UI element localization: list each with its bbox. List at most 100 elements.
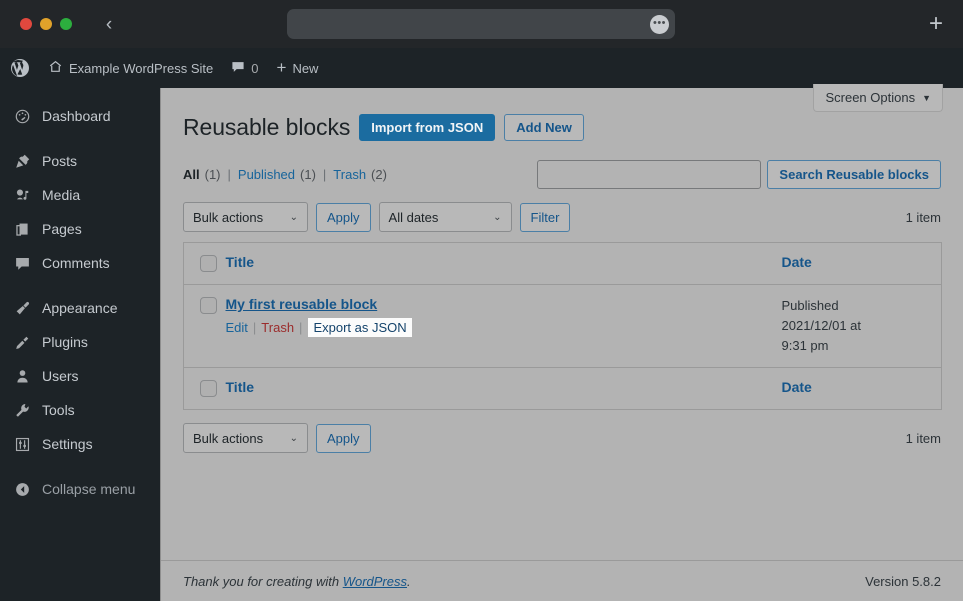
address-bar[interactable]: •••	[287, 9, 675, 39]
tablenav-bottom: Bulk actions ⌄ Apply 1 item	[183, 422, 941, 454]
admin-sidebar: Dashboard Posts Media Pages Comments App…	[0, 88, 160, 601]
row-title-cell: My first reusable block Edit | Trash | E…	[226, 285, 782, 368]
sidebar-item-label: Plugins	[42, 334, 88, 350]
sidebar-item-collapse-menu[interactable]: Collapse menu	[0, 472, 160, 506]
sidebar-item-dashboard[interactable]: Dashboard	[0, 99, 160, 133]
wordpress-link[interactable]: WordPress	[343, 574, 407, 589]
wrench-icon	[12, 400, 32, 420]
sidebar-item-tools[interactable]: Tools	[0, 393, 160, 427]
select-all-checkbox-bottom[interactable]	[200, 380, 217, 398]
search-submit-button[interactable]: Search Reusable blocks	[767, 159, 941, 189]
screen-root: ‹ ••• + Example WordPress Site 0 + New D…	[0, 0, 963, 601]
row-checkbox[interactable]	[200, 297, 217, 314]
sidebar-item-appearance[interactable]: Appearance	[0, 291, 160, 325]
action-separator: |	[252, 320, 257, 335]
sidebar-item-label: Tools	[42, 402, 75, 418]
chevron-down-icon: ▼	[922, 92, 931, 103]
select-all-checkbox-top[interactable]	[200, 255, 217, 272]
column-header-date-top[interactable]: Date	[782, 243, 942, 285]
sidebar-item-users[interactable]: Users	[0, 359, 160, 393]
status-filter-all[interactable]: All	[183, 167, 200, 182]
sidebar-item-pages[interactable]: Pages	[0, 212, 160, 246]
status-filter-all-count: (1)	[204, 166, 221, 182]
search-input[interactable]	[537, 159, 762, 189]
filter-row: All (1) | Published (1) | Trash (2) Sear…	[183, 159, 941, 189]
sidebar-item-label: Appearance	[42, 300, 118, 316]
status-filter-trash[interactable]: Trash	[333, 167, 366, 182]
trash-link[interactable]: Trash	[261, 320, 294, 335]
column-header-title-top[interactable]: Title	[226, 243, 782, 285]
status-filter-published[interactable]: Published	[238, 167, 295, 182]
column-header-title-bottom[interactable]: Title	[226, 368, 782, 410]
back-icon[interactable]: ‹	[98, 13, 120, 35]
date-time: 9:31 pm	[781, 338, 829, 354]
edit-link[interactable]: Edit	[226, 320, 248, 335]
sidebar-spacer-top	[0, 88, 160, 99]
dashboard-icon	[12, 106, 32, 126]
filter-button[interactable]: Filter	[519, 202, 571, 232]
column-date-label: Date	[781, 254, 812, 270]
sidebar-item-label: Settings	[42, 436, 93, 452]
user-icon	[12, 366, 32, 386]
action-separator: |	[299, 320, 303, 335]
add-new-button[interactable]: Add New	[504, 113, 584, 141]
import-from-json-button[interactable]: Import from JSON	[359, 113, 496, 141]
search-box: Search Reusable blocks	[537, 159, 941, 189]
footer-version: Version 5.8.2	[865, 573, 941, 589]
admin-content: Screen Options ▼ Reusable blocks Import …	[160, 84, 963, 601]
footer-thanks: Thank you for creating with WordPress.	[183, 574, 411, 589]
sidebar-item-plugins[interactable]: Plugins	[0, 325, 160, 359]
bulk-actions-select-bottom[interactable]: Bulk actions ⌄	[183, 423, 308, 454]
brush-icon	[12, 298, 32, 318]
comment-icon	[12, 253, 32, 273]
screen-options-label: Screen Options	[825, 90, 916, 105]
wordpress-logo-icon[interactable]	[0, 48, 39, 88]
admin-footer: Thank you for creating with WordPress. V…	[161, 560, 963, 601]
column-title-label: Title	[225, 379, 255, 396]
table-row: My first reusable block Edit | Trash | E…	[183, 285, 942, 368]
collapse-icon	[12, 479, 32, 499]
pin-icon	[12, 151, 32, 171]
date-filter-label: All dates	[388, 209, 439, 225]
filter-separator: |	[227, 166, 231, 182]
tablenav-top: Bulk actions ⌄ Apply All dates ⌄ Filter …	[183, 201, 941, 233]
sidebar-item-posts[interactable]: Posts	[0, 144, 160, 178]
bulk-actions-label: Bulk actions	[193, 430, 264, 446]
status-filter-list: All (1) | Published (1) | Trash (2)	[183, 167, 387, 182]
wp-admin-bar: Example WordPress Site 0 + New	[0, 48, 963, 88]
plus-icon: +	[276, 58, 287, 77]
close-window-button[interactable]	[20, 18, 32, 30]
bulk-actions-select-top[interactable]: Bulk actions ⌄	[183, 202, 308, 232]
column-header-date-bottom[interactable]: Date	[782, 368, 942, 410]
items-count-bottom: 1 item	[905, 430, 941, 446]
sidebar-item-settings[interactable]: Settings	[0, 427, 160, 461]
maximize-window-button[interactable]	[60, 18, 72, 30]
reusable-blocks-table: Title Date My first reusable block Edit	[183, 242, 942, 411]
home-icon	[48, 59, 63, 77]
comments-menu[interactable]: 0	[222, 48, 267, 88]
new-label: New	[292, 60, 319, 76]
apply-button-bottom[interactable]: Apply	[316, 423, 371, 453]
more-options-icon[interactable]: •••	[650, 14, 669, 34]
sidebar-item-media[interactable]: Media	[0, 178, 160, 212]
row-title-link[interactable]: My first reusable block	[226, 296, 772, 312]
site-name-label: Example WordPress Site	[69, 60, 214, 76]
select-all-cell-top	[184, 243, 226, 285]
sidebar-item-comments[interactable]: Comments	[0, 246, 160, 280]
window-controls	[20, 18, 72, 30]
new-tab-icon[interactable]: +	[929, 12, 943, 36]
apply-button-top[interactable]: Apply	[316, 202, 371, 232]
comment-count: 0	[251, 60, 259, 76]
bulk-actions-label: Bulk actions	[193, 209, 264, 225]
minimize-window-button[interactable]	[40, 18, 52, 30]
site-name-menu[interactable]: Example WordPress Site	[39, 48, 222, 88]
date-filter-select[interactable]: All dates ⌄	[378, 202, 512, 232]
export-as-json-link[interactable]: Export as JSON	[308, 318, 412, 337]
page-title: Reusable blocks	[183, 113, 351, 140]
sidebar-item-label: Collapse menu	[42, 481, 136, 497]
sidebar-item-label: Users	[42, 368, 79, 384]
screen-options-button[interactable]: Screen Options ▼	[813, 84, 943, 112]
new-content-menu[interactable]: + New	[268, 48, 328, 88]
sidebar-item-label: Pages	[42, 221, 82, 237]
